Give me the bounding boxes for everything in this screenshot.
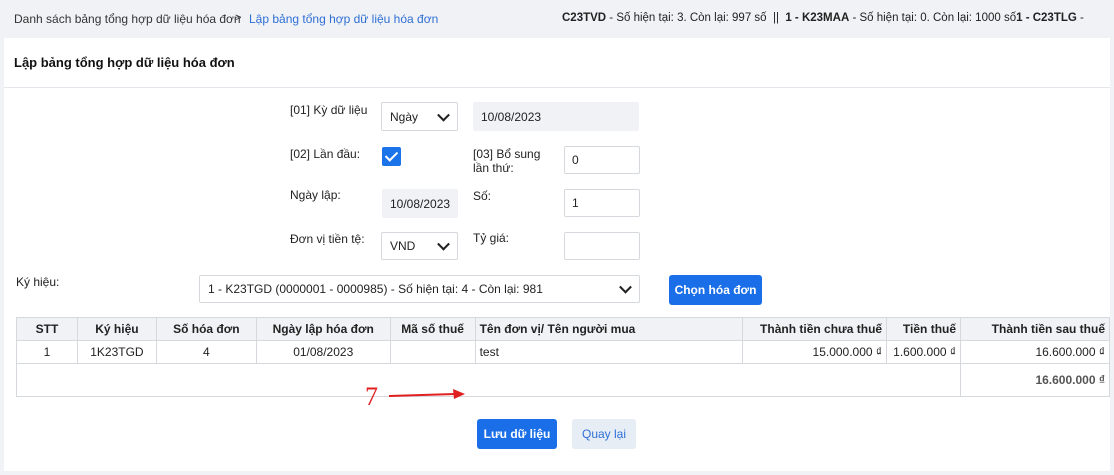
serial-divider: || [772, 12, 779, 24]
cell-tax-code [389, 340, 476, 364]
col-invoice-number: Số hóa đơn [155, 317, 257, 341]
cell-tax: 1.600.000 ₫ [886, 340, 962, 364]
table-row[interactable]: 1 1K23TGD 4 01/08/2023 test 15.000.000 ₫… [16, 340, 1110, 364]
currency-value: VND [390, 239, 416, 253]
col-tax-code: Mã số thuế [389, 317, 476, 341]
top-bar: Danh sách bảng tổng hợp dữ liệu hóa đơn … [0, 0, 1114, 36]
breadcrumb-item-list[interactable]: Danh sách bảng tổng hợp dữ liệu hóa đơn [14, 12, 241, 26]
breadcrumb-item-current[interactable]: Lập bảng tổng hợp dữ liệu hóa đơn [249, 12, 438, 26]
created-date-value: 10/08/2023 [390, 196, 451, 211]
total-amount-after-tax: 16.600.000 ₫ [960, 363, 1110, 397]
cell-invoice-number: 4 [155, 340, 257, 364]
created-date-label: Ngày lập: [290, 188, 341, 202]
symbol-value: 1 - K23TGD (0000001 - 0000985) - Số hiện… [208, 282, 543, 296]
save-button[interactable]: Lưu dữ liệu [477, 419, 557, 449]
col-invoice-date: Ngày lập hóa đơn [255, 317, 391, 341]
table-header-row: STT Ký hiệu Số hóa đơn Ngày lập hóa đơn … [16, 317, 1110, 341]
serial-status: C23TVD - Số hiện tại: 3. Còn lại: 997 số… [562, 12, 1084, 24]
col-amount-after-tax: Thành tiền sau thuế [960, 317, 1110, 341]
chevron-down-icon [437, 108, 450, 122]
cell-invoice-date: 01/08/2023 [255, 340, 391, 364]
period-date-field[interactable]: 10/08/2023 [473, 102, 639, 131]
chevron-down-icon [437, 237, 450, 251]
period-type-select[interactable]: Ngày [381, 102, 458, 131]
symbol-select[interactable]: 1 - K23TGD (0000001 - 0000985) - Số hiện… [199, 275, 640, 303]
main-card: Lập bảng tổng hợp dữ liệu hóa đơn [01] K… [4, 38, 1110, 471]
supplement-value: 0 [572, 153, 579, 167]
currency-select[interactable]: VND [381, 232, 458, 260]
serial-code-2: 1 - K23MAA [785, 12, 850, 24]
period-label: [01] Kỳ dữ liệu [290, 103, 368, 117]
card-header: Lập bảng tổng hợp dữ liệu hóa đơn [4, 38, 1110, 88]
col-amount-before-tax: Thành tiền chưa thuế [742, 317, 888, 341]
cell-symbol: 1K23TGD [76, 340, 157, 364]
first-time-checkbox[interactable] [382, 147, 401, 166]
breadcrumb-separator-icon: > [235, 12, 242, 24]
page-title: Lập bảng tổng hợp dữ liệu hóa đơn [14, 55, 235, 70]
cell-stt: 1 [16, 340, 78, 364]
serial-text-2: - Số hiện tại: 0. Còn lại: 1000 số [849, 12, 1017, 24]
serial-text-1: - Số hiện tại: 3. Còn lại: 997 số [606, 12, 767, 24]
exchange-rate-input[interactable] [564, 232, 640, 260]
invoice-table: STT Ký hiệu Số hóa đơn Ngày lập hóa đơn … [15, 317, 1110, 397]
symbol-label: Ký hiệu: [16, 275, 60, 289]
annotation-arrow-icon [389, 389, 465, 399]
col-symbol: Ký hiệu [76, 317, 157, 341]
supplement-label: [03] Bổ sung lần thứ: [473, 147, 541, 175]
col-buyer-name: Tên đơn vị/ Tên người mua [474, 317, 744, 341]
serial-code-3: 1 - C23TLG [1016, 12, 1077, 24]
supplement-input[interactable]: 0 [564, 146, 640, 174]
chevron-down-icon [619, 280, 632, 294]
cell-amount-after-tax: 16.600.000 ₫ [960, 340, 1110, 364]
created-date-field: 10/08/2023 [382, 189, 458, 218]
number-label: Số: [473, 189, 492, 203]
first-time-label: [02] Lần đầu: [290, 147, 361, 161]
period-type-value: Ngày [390, 109, 419, 124]
col-stt: STT [16, 317, 78, 341]
number-input[interactable]: 1 [564, 189, 640, 217]
col-tax: Tiền thuế [886, 317, 962, 341]
exchange-rate-label: Tỷ giá: [473, 231, 510, 245]
serial-code-1: C23TVD [562, 12, 607, 24]
period-date-value: 10/08/2023 [481, 109, 542, 124]
number-value: 1 [572, 196, 579, 210]
currency-label: Đơn vị tiền tệ: [290, 232, 365, 246]
back-button[interactable]: Quay lại [572, 419, 636, 449]
choose-invoice-button[interactable]: Chọn hóa đơn [669, 275, 762, 305]
cell-amount-before-tax: 15.000.000 ₫ [742, 340, 888, 364]
cell-buyer-name: test [474, 340, 744, 364]
annotation-step-number: 7 [365, 382, 378, 411]
serial-text-3: - [1076, 12, 1084, 24]
total-row: 16.600.000 ₫ [15, 363, 1110, 397]
